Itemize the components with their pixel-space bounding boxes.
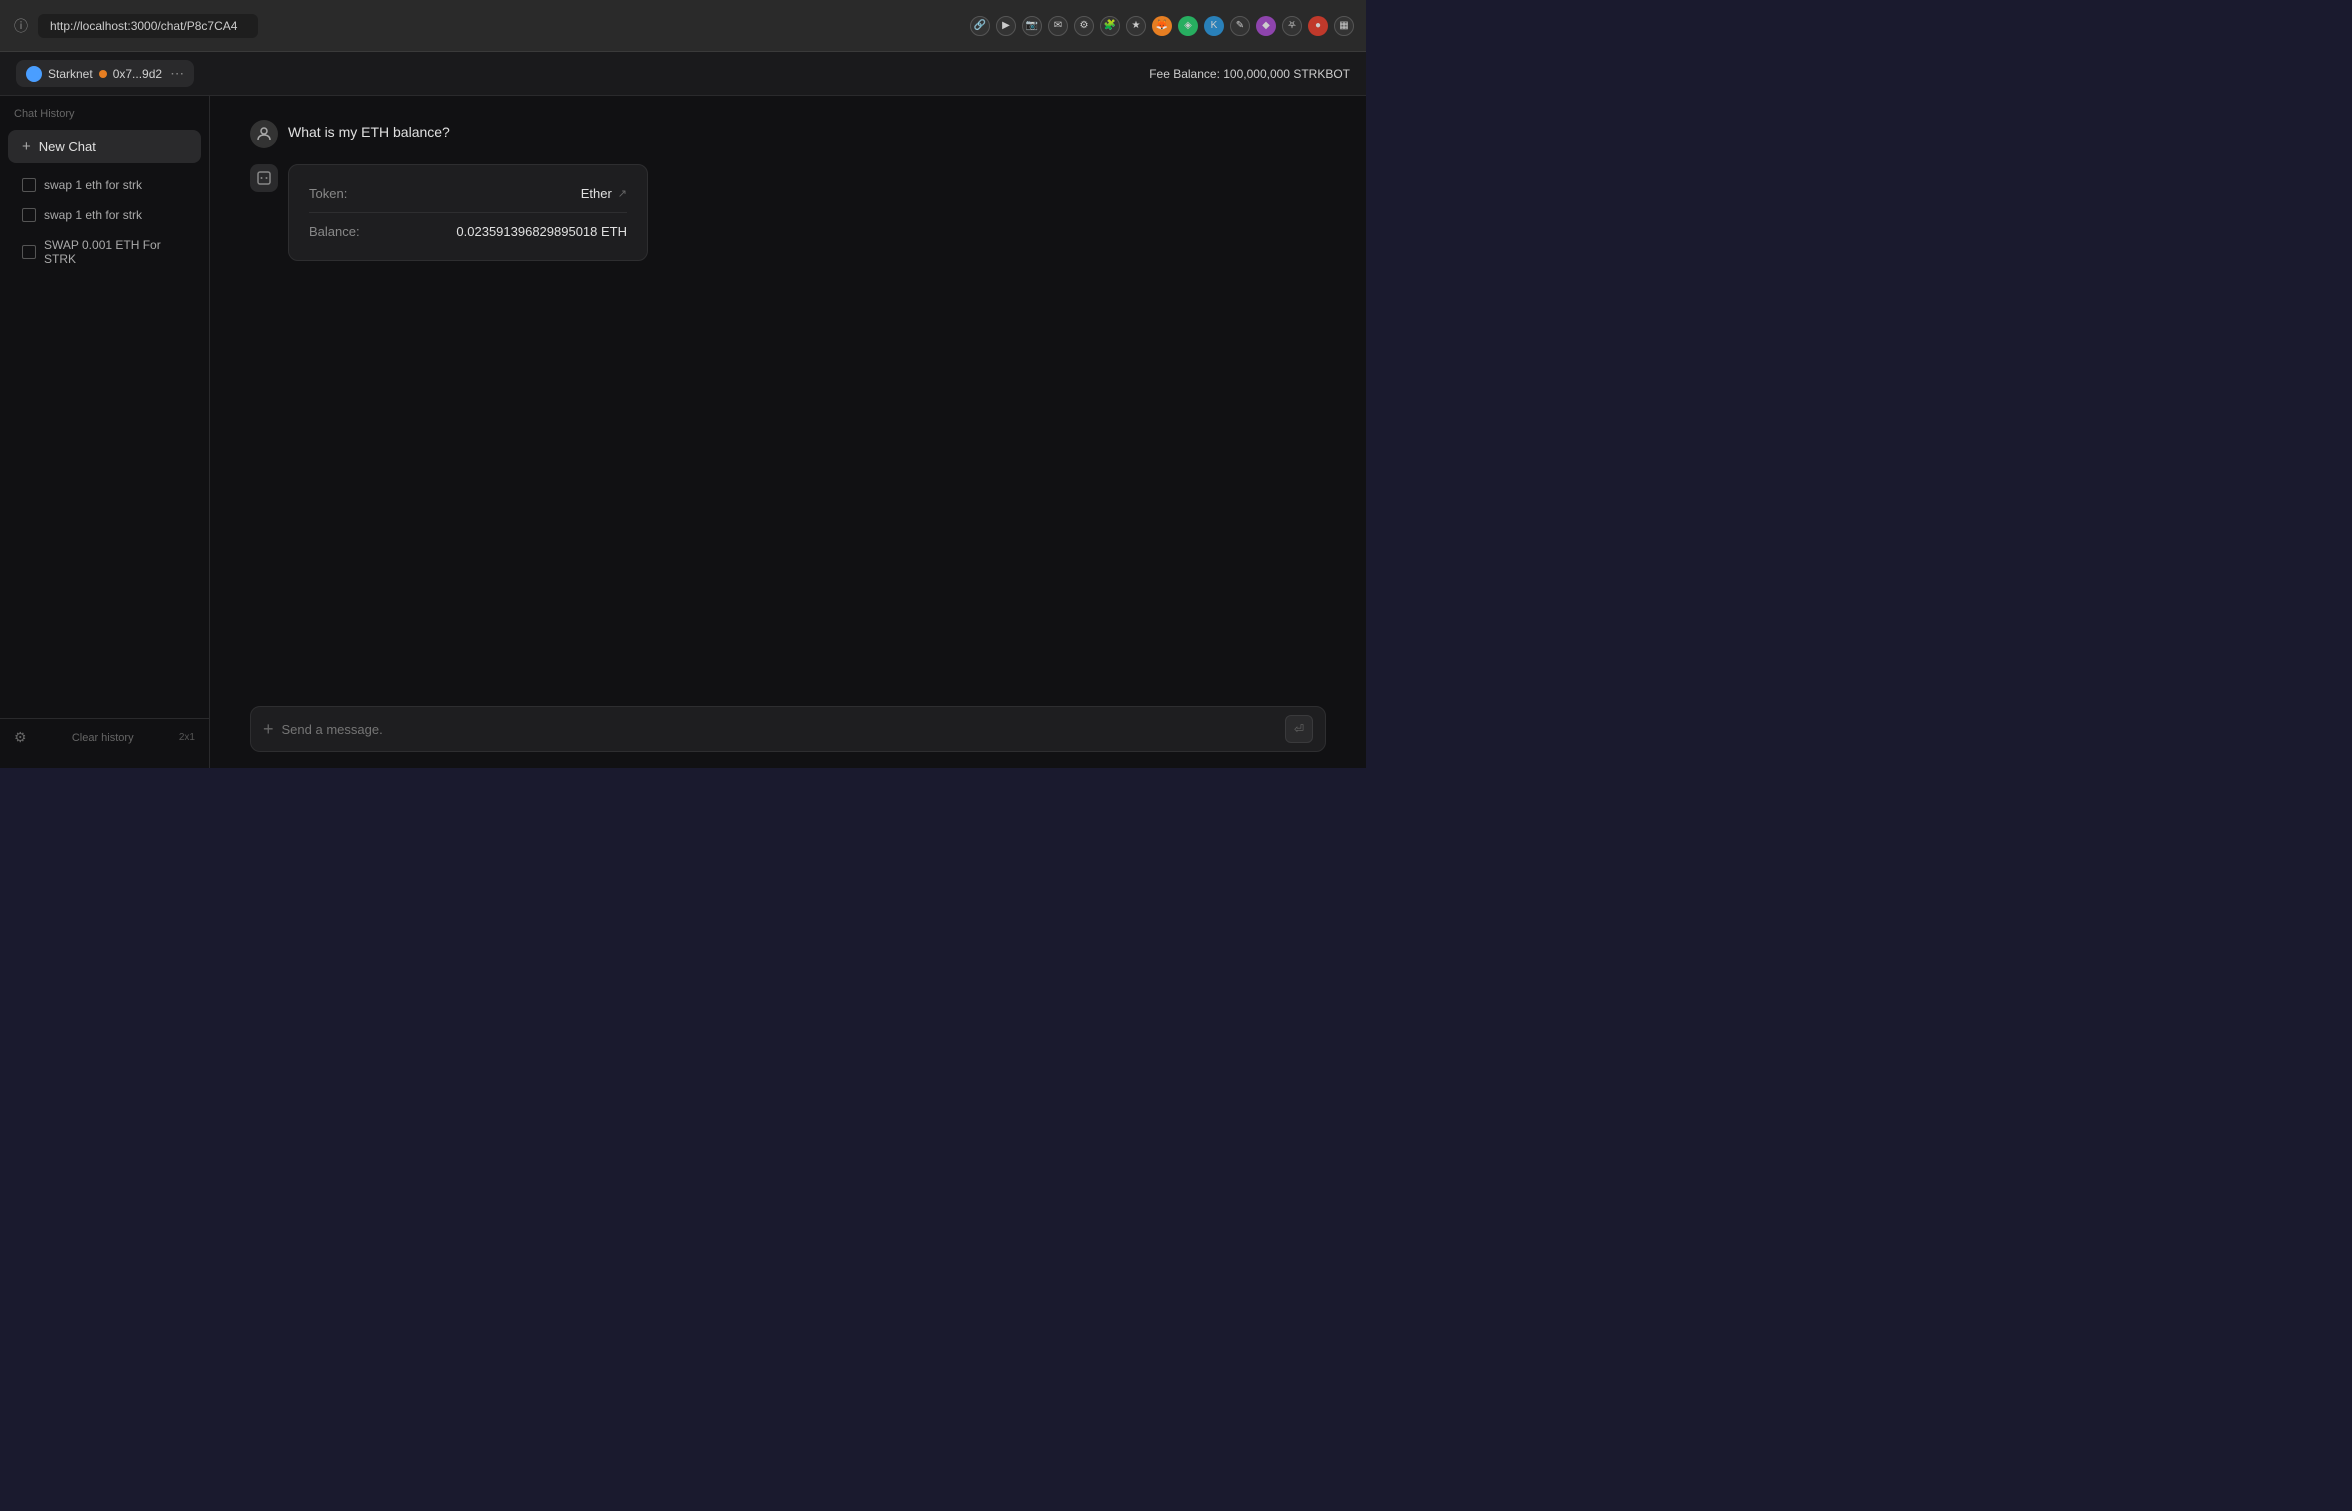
puzzle-icon[interactable]: 🧩: [1100, 16, 1120, 36]
chat-input-area: + ⏎: [210, 694, 1366, 768]
ext2-icon[interactable]: ◈: [1178, 16, 1198, 36]
ext1-icon[interactable]: 🦊: [1152, 16, 1172, 36]
send-button[interactable]: ⏎: [1285, 715, 1313, 743]
list-item[interactable]: swap 1 eth for strk: [8, 171, 201, 199]
chat-area: What is my ETH balance? Token:: [210, 96, 1366, 768]
new-chat-label: New Chat: [39, 139, 96, 154]
network-badge[interactable]: Starknet 0x7...9d2 ⋯: [16, 60, 194, 87]
balance-value: 0.023591396829895018 ETH: [456, 224, 627, 239]
balance-card: Token: Ether ↗ Balance: 0.02359139682989…: [288, 164, 648, 261]
chat-item-icon: [22, 178, 36, 192]
external-link-icon[interactable]: ↗: [618, 187, 627, 200]
chat-item-icon: [22, 208, 36, 222]
network-label: Starknet: [48, 67, 93, 81]
link-icon[interactable]: 🔗: [970, 16, 990, 36]
token-value: Ether ↗: [581, 186, 627, 201]
network-dot: [99, 70, 107, 78]
sidebar-bottom: ⚙ Clear history 2x1: [0, 718, 209, 756]
chat-history-list: swap 1 eth for strk swap 1 eth for strk …: [0, 167, 209, 718]
balance-label: Balance:: [309, 224, 360, 239]
star-icon[interactable]: ★: [1126, 16, 1146, 36]
main-layout: Chat History + New Chat swap 1 eth for s…: [0, 96, 1366, 768]
video-icon[interactable]: ▶: [996, 16, 1016, 36]
new-chat-button[interactable]: + New Chat: [8, 130, 201, 163]
user-message-text: What is my ETH balance?: [288, 120, 450, 140]
send-icon: ⏎: [1294, 722, 1304, 736]
app-wrapper: Starknet 0x7...9d2 ⋯ Fee Balance: 100,00…: [0, 52, 1366, 768]
card-separator: [309, 212, 627, 213]
list-item[interactable]: swap 1 eth for strk: [8, 201, 201, 229]
user-avatar: [250, 120, 278, 148]
url-bar[interactable]: http://localhost:3000/chat/P8c7CA4: [38, 14, 258, 38]
more-icon[interactable]: ⋯: [170, 65, 184, 82]
ext7-icon[interactable]: ●: [1308, 16, 1328, 36]
attach-icon[interactable]: +: [263, 719, 274, 740]
chat-item-label: SWAP 0.001 ETH For STRK: [44, 238, 187, 266]
ext5-icon[interactable]: ◆: [1256, 16, 1276, 36]
token-row: Token: Ether ↗: [309, 181, 627, 206]
settings-icon[interactable]: ⚙: [14, 729, 27, 746]
ext3-icon[interactable]: K: [1204, 16, 1224, 36]
zoom-label: 2x1: [179, 732, 195, 743]
browser-toolbar: 🔗 ▶ 📷 ✉ ⚙ 🧩 ★ 🦊 ◈ K ✎ ◆ ⛧ ● ▦: [970, 16, 1354, 36]
top-bar: Starknet 0x7...9d2 ⋯ Fee Balance: 100,00…: [0, 52, 1366, 96]
sidebar-header: Chat History: [0, 108, 209, 130]
sidebar: Chat History + New Chat swap 1 eth for s…: [0, 96, 210, 768]
info-icon: ⓘ: [12, 16, 30, 36]
balance-row: Balance: 0.023591396829895018 ETH: [309, 219, 627, 244]
ext8-icon[interactable]: ▦: [1334, 16, 1354, 36]
camera-icon[interactable]: 📷: [1022, 16, 1042, 36]
network-icon: [26, 66, 42, 82]
chat-item-label: swap 1 eth for strk: [44, 178, 142, 192]
token-label: Token:: [309, 186, 347, 201]
user-icon: [256, 126, 272, 142]
chat-item-label: swap 1 eth for strk: [44, 208, 142, 222]
user-message: What is my ETH balance?: [250, 120, 1326, 148]
settings-icon[interactable]: ⚙: [1074, 16, 1094, 36]
mail-icon[interactable]: ✉: [1048, 16, 1068, 36]
chat-messages: What is my ETH balance? Token:: [210, 96, 1366, 694]
clear-history-button[interactable]: Clear history: [72, 732, 134, 744]
browser-chrome: ⓘ http://localhost:3000/chat/P8c7CA4 🔗 ▶…: [0, 0, 1366, 52]
list-item[interactable]: SWAP 0.001 ETH For STRK: [8, 231, 201, 273]
bot-icon: [256, 170, 272, 186]
wallet-label: 0x7...9d2: [113, 67, 162, 81]
ext4-icon[interactable]: ✎: [1230, 16, 1250, 36]
chat-input-wrapper: + ⏎: [250, 706, 1326, 752]
bot-message: Token: Ether ↗ Balance: 0.02359139682989…: [250, 164, 1326, 261]
chat-item-icon: [22, 245, 36, 259]
fee-balance: Fee Balance: 100,000,000 STRKBOT: [1149, 67, 1350, 81]
ext6-icon[interactable]: ⛧: [1282, 16, 1302, 36]
bot-avatar: [250, 164, 278, 192]
chat-input[interactable]: [282, 722, 1277, 737]
plus-icon: +: [22, 138, 31, 155]
